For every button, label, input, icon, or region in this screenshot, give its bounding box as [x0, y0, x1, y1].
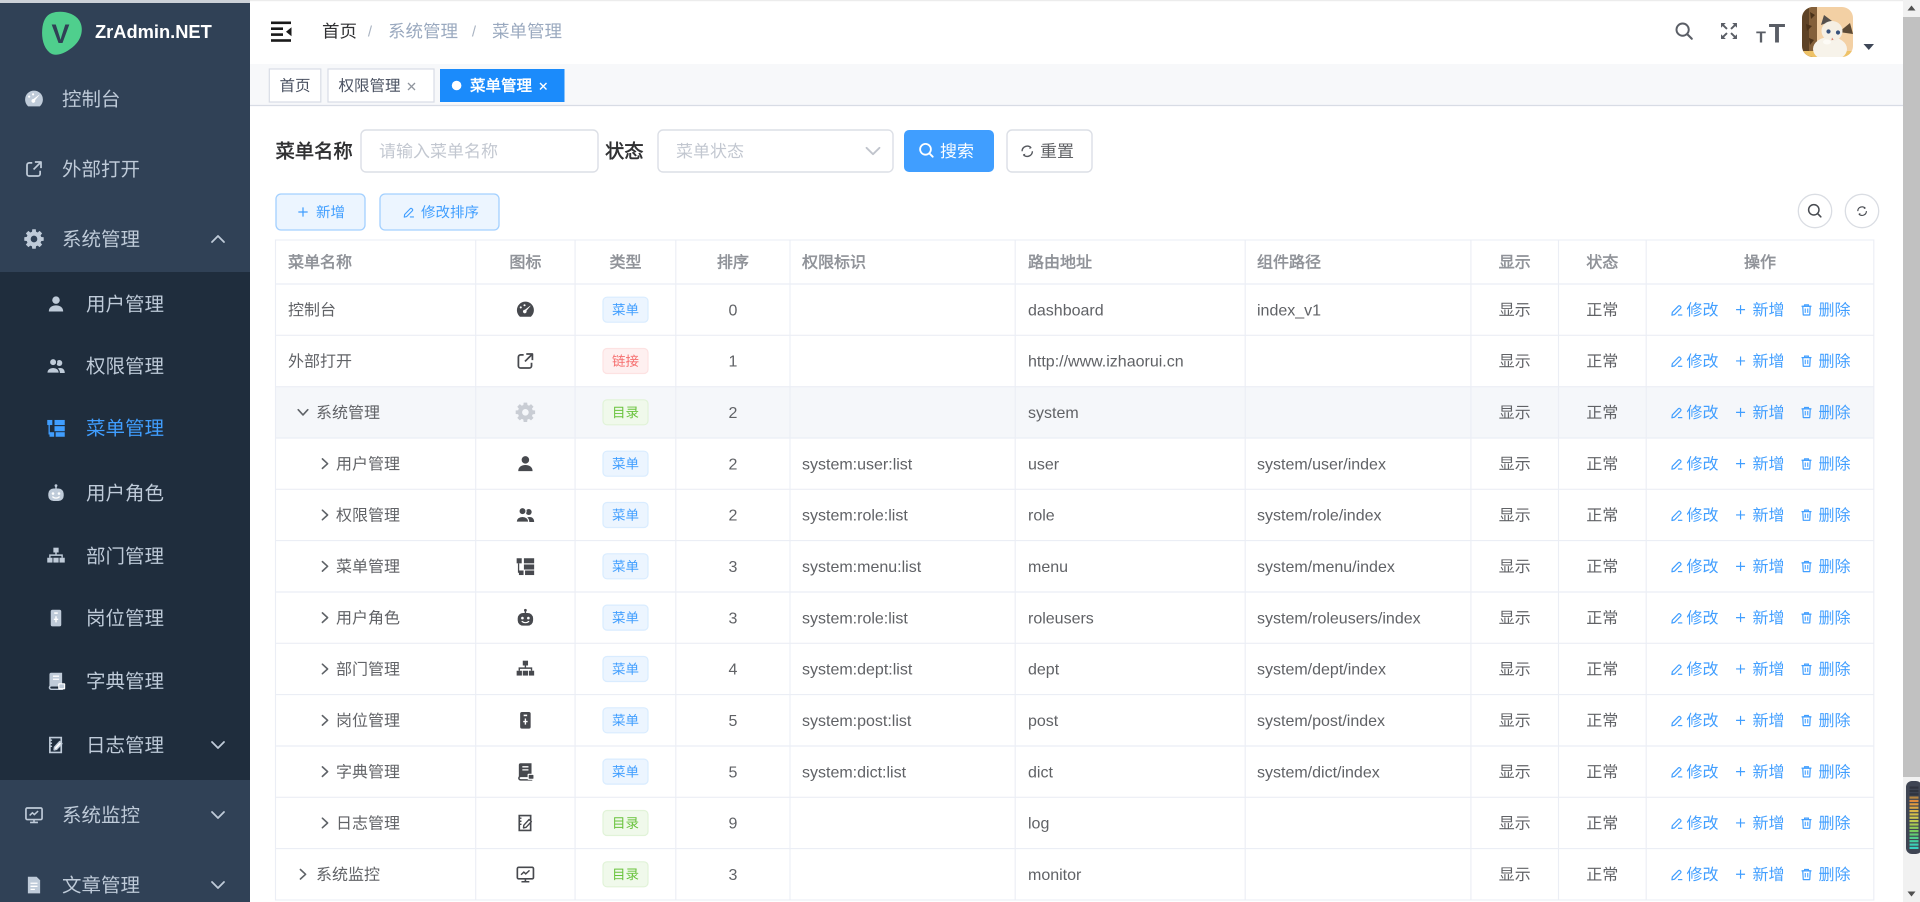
svg-text:http://www.izhaorui.cn: http://www.izhaorui.cn — [1028, 354, 1184, 371]
svg-text:system:user:list: system:user:list — [802, 456, 913, 473]
svg-text:post: post — [1028, 713, 1059, 730]
svg-text:role: role — [1028, 508, 1055, 525]
svg-text:monitor: monitor — [1028, 867, 1082, 884]
svg-text:system/dict/index: system/dict/index — [1257, 764, 1380, 781]
svg-text:system/roleusers/index: system/roleusers/index — [1257, 610, 1421, 627]
svg-text:system:post:list: system:post:list — [802, 713, 912, 730]
svg-text:system/user/index: system/user/index — [1257, 456, 1386, 473]
svg-text:3: 3 — [728, 559, 737, 576]
svg-text:index_v1: index_v1 — [1257, 302, 1321, 319]
svg-text:2: 2 — [728, 508, 737, 525]
svg-text:5: 5 — [728, 713, 737, 730]
svg-text:system:dict:list: system:dict:list — [802, 764, 907, 781]
svg-text:user: user — [1028, 456, 1060, 473]
svg-text:system:dept:list: system:dept:list — [802, 662, 913, 679]
svg-text:V: V — [51, 19, 69, 49]
svg-text:3: 3 — [728, 610, 737, 627]
svg-text:system/dept/index: system/dept/index — [1257, 662, 1386, 679]
svg-text:system:role:list: system:role:list — [802, 508, 908, 525]
svg-text:ZrAdmin.NET: ZrAdmin.NET — [95, 21, 212, 42]
svg-text:T: T — [1756, 30, 1766, 47]
svg-text:system: system — [1028, 405, 1079, 422]
svg-text:log: log — [1028, 816, 1049, 833]
svg-text:dept: dept — [1028, 662, 1060, 679]
svg-text:menu: menu — [1028, 559, 1068, 576]
svg-text:roleusers: roleusers — [1028, 610, 1094, 627]
svg-text:0: 0 — [728, 302, 737, 319]
svg-text:system/menu/index: system/menu/index — [1257, 559, 1395, 576]
svg-text:3: 3 — [728, 867, 737, 884]
svg-text:4: 4 — [728, 662, 737, 679]
svg-text:dict: dict — [1028, 764, 1053, 781]
svg-text:system/post/index: system/post/index — [1257, 713, 1385, 730]
svg-text:system/role/index: system/role/index — [1257, 508, 1382, 525]
svg-text:dashboard: dashboard — [1028, 302, 1104, 319]
svg-text:5: 5 — [728, 764, 737, 781]
svg-text:2: 2 — [728, 456, 737, 473]
svg-text:2: 2 — [728, 405, 737, 422]
svg-text:T: T — [1769, 19, 1786, 49]
svg-text:9: 9 — [728, 816, 737, 833]
svg-text:1: 1 — [728, 354, 737, 371]
svg-text:system:menu:list: system:menu:list — [802, 559, 922, 576]
svg-text:system:role:list: system:role:list — [802, 610, 908, 627]
